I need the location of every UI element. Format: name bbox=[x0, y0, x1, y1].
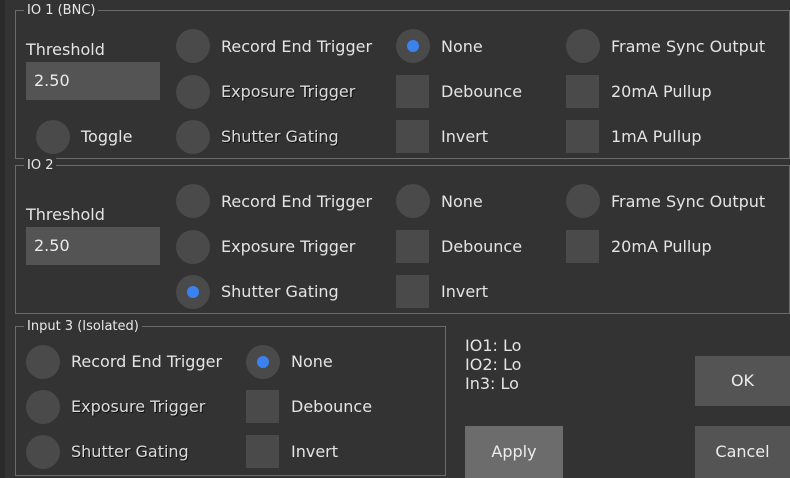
input3-group: Input 3 (Isolated) Record End Trigger Ex… bbox=[15, 319, 446, 476]
io2-threshold-input[interactable]: 2.50 bbox=[26, 227, 160, 265]
io1-frame-sync-label[interactable]: Frame Sync Output bbox=[611, 37, 765, 57]
io1-threshold-input[interactable]: 2.50 bbox=[26, 62, 160, 100]
selected-dot-icon bbox=[407, 40, 419, 52]
io1-exposure-label[interactable]: Exposure Trigger bbox=[221, 82, 355, 102]
in3-shutter-label[interactable]: Shutter Gating bbox=[71, 442, 189, 462]
io1-1ma-pullup-checkbox[interactable] bbox=[566, 120, 599, 153]
io1-debounce-label[interactable]: Debounce bbox=[441, 82, 522, 102]
cancel-button[interactable]: Cancel bbox=[695, 426, 790, 478]
io2-frame-sync-radio[interactable] bbox=[566, 184, 600, 218]
in3-invert-checkbox[interactable] bbox=[246, 435, 279, 468]
io2-record-end-radio[interactable] bbox=[176, 184, 210, 218]
io2-frame-sync-label[interactable]: Frame Sync Output bbox=[611, 192, 765, 212]
io1-record-end-radio[interactable] bbox=[176, 29, 210, 63]
io2-group-title: IO 2 bbox=[24, 158, 57, 174]
io1-status: IO1: Lo bbox=[465, 336, 522, 355]
io1-toggle-label[interactable]: Toggle bbox=[81, 127, 132, 147]
io2-shutter-label[interactable]: Shutter Gating bbox=[221, 282, 339, 302]
io1-debounce-checkbox[interactable] bbox=[396, 75, 429, 108]
in3-invert-label[interactable]: Invert bbox=[291, 442, 338, 462]
io1-20ma-pullup-label[interactable]: 20mA Pullup bbox=[611, 82, 712, 102]
io1-none-label[interactable]: None bbox=[441, 37, 483, 57]
io2-group: IO 2 Threshold 2.50 Record End Trigger E… bbox=[15, 158, 790, 314]
io1-invert-checkbox[interactable] bbox=[396, 120, 429, 153]
dialog-frame: IO 1 (BNC) Threshold 2.50 Toggle Record … bbox=[5, 0, 790, 478]
in3-exposure-radio[interactable] bbox=[26, 390, 60, 424]
io2-exposure-radio[interactable] bbox=[176, 230, 210, 264]
io2-none-label[interactable]: None bbox=[441, 192, 483, 212]
io1-group-title: IO 1 (BNC) bbox=[24, 3, 99, 19]
io1-frame-sync-radio[interactable] bbox=[566, 29, 600, 63]
io2-invert-checkbox[interactable] bbox=[396, 275, 429, 308]
io2-status: IO2: Lo bbox=[465, 355, 522, 374]
io1-shutter-radio[interactable] bbox=[176, 120, 210, 154]
ok-button[interactable]: OK bbox=[695, 356, 790, 406]
selected-dot-icon bbox=[187, 286, 199, 298]
io1-invert-label[interactable]: Invert bbox=[441, 127, 488, 147]
in3-none-label[interactable]: None bbox=[291, 352, 333, 372]
io2-invert-label[interactable]: Invert bbox=[441, 282, 488, 302]
io2-debounce-label[interactable]: Debounce bbox=[441, 237, 522, 257]
in3-record-end-label[interactable]: Record End Trigger bbox=[71, 352, 222, 372]
in3-shutter-radio[interactable] bbox=[26, 435, 60, 469]
io2-20ma-pullup-label[interactable]: 20mA Pullup bbox=[611, 237, 712, 257]
apply-button[interactable]: Apply bbox=[465, 426, 563, 478]
io2-debounce-checkbox[interactable] bbox=[396, 230, 429, 263]
io1-1ma-pullup-label[interactable]: 1mA Pullup bbox=[611, 127, 702, 147]
io2-shutter-radio[interactable] bbox=[176, 275, 210, 309]
in3-status: In3: Lo bbox=[465, 374, 519, 393]
io1-group: IO 1 (BNC) Threshold 2.50 Toggle Record … bbox=[15, 3, 790, 159]
io1-20ma-pullup-checkbox[interactable] bbox=[566, 75, 599, 108]
io2-threshold-label: Threshold bbox=[26, 205, 105, 224]
io1-exposure-radio[interactable] bbox=[176, 75, 210, 109]
selected-dot-icon bbox=[257, 356, 269, 368]
in3-debounce-checkbox[interactable] bbox=[246, 390, 279, 423]
io1-none-radio[interactable] bbox=[396, 29, 430, 63]
in3-debounce-label[interactable]: Debounce bbox=[291, 397, 372, 417]
io1-toggle-radio[interactable] bbox=[36, 120, 70, 154]
io1-shutter-label[interactable]: Shutter Gating bbox=[221, 127, 339, 147]
io2-none-radio[interactable] bbox=[396, 184, 430, 218]
io2-20ma-pullup-checkbox[interactable] bbox=[566, 230, 599, 263]
input3-group-title: Input 3 (Isolated) bbox=[24, 319, 142, 335]
in3-none-radio[interactable] bbox=[246, 345, 280, 379]
io2-exposure-label[interactable]: Exposure Trigger bbox=[221, 237, 355, 257]
io1-threshold-label: Threshold bbox=[26, 40, 105, 59]
io1-record-end-label[interactable]: Record End Trigger bbox=[221, 37, 372, 57]
in3-record-end-radio[interactable] bbox=[26, 345, 60, 379]
io2-record-end-label[interactable]: Record End Trigger bbox=[221, 192, 372, 212]
in3-exposure-label[interactable]: Exposure Trigger bbox=[71, 397, 205, 417]
